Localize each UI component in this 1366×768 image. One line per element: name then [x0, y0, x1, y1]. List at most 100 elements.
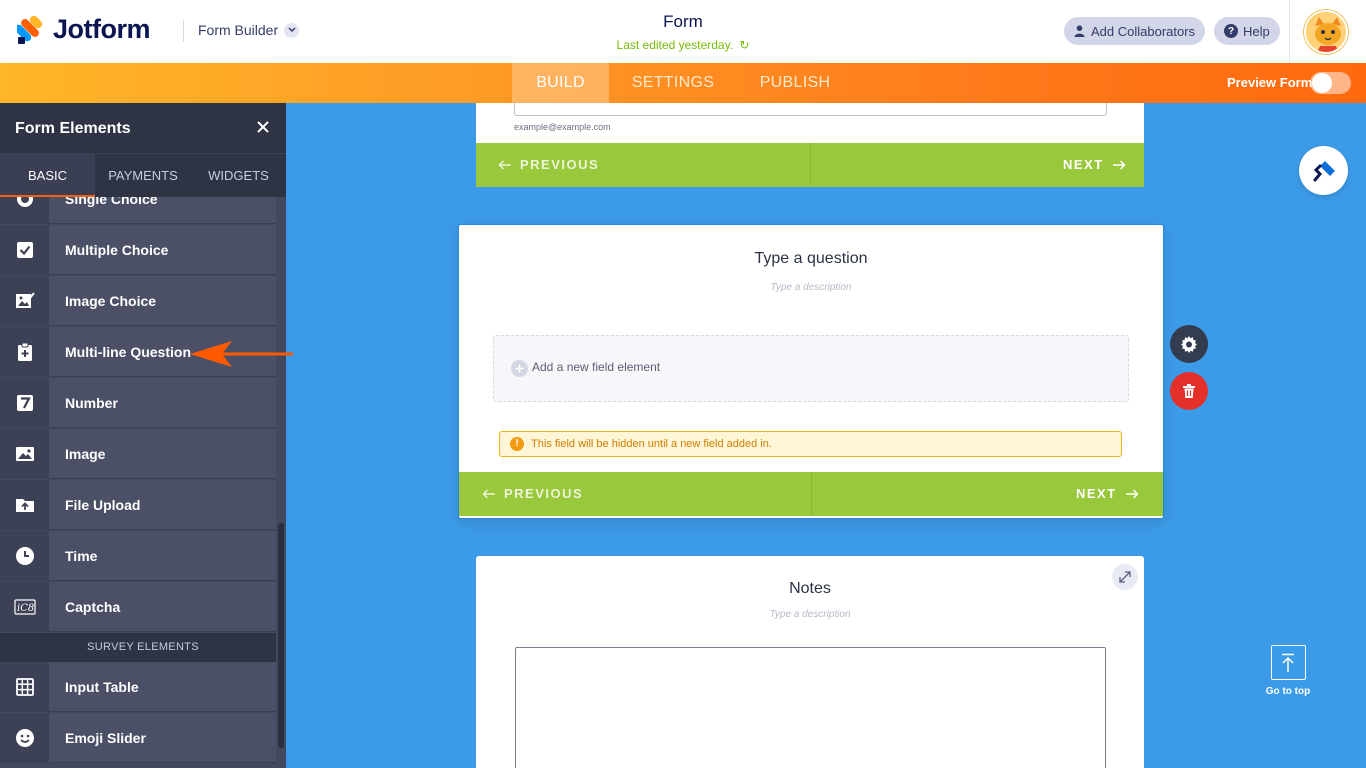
element-list: Single Choice Multiple Choice Image Choi…	[0, 197, 276, 768]
element-file-upload[interactable]: File Upload	[0, 480, 276, 530]
emoji-icon	[0, 713, 49, 763]
question-title[interactable]: Type a question	[459, 250, 1163, 268]
add-collaborators-button[interactable]: Add Collaborators	[1064, 17, 1206, 45]
email-question-card: example@example.com PREVIOUS NEXT	[476, 103, 1144, 187]
preview-form-toggle[interactable]	[1310, 72, 1351, 94]
element-time[interactable]: Time	[0, 531, 276, 581]
panel-scrollbar[interactable]	[278, 523, 284, 748]
go-to-top-box	[1270, 645, 1306, 680]
table-icon	[0, 662, 49, 712]
form-elements-panel: Form Elements BASIC PAYMENTS WIDGETS Sin…	[0, 103, 286, 768]
arrow-right-icon	[1112, 160, 1126, 170]
go-to-top-label: Go to top	[1265, 686, 1311, 697]
help-label: Help	[1243, 23, 1270, 39]
tab-basic[interactable]: BASIC	[0, 154, 95, 198]
form-title[interactable]: Form	[583, 12, 783, 32]
add-field-label: Add a new field element	[532, 360, 661, 374]
delete-field-button[interactable]	[1170, 372, 1208, 410]
next-button[interactable]: NEXT	[1076, 472, 1139, 516]
warning-icon: !	[510, 437, 524, 451]
arrow-right-icon	[1125, 489, 1139, 499]
help-button[interactable]: ? Help	[1214, 17, 1280, 45]
tab-widgets[interactable]: WIDGETS	[191, 154, 286, 198]
form-builder-label: Form Builder	[198, 22, 279, 38]
pager-divider	[810, 143, 811, 187]
builder-nav: BUILD SETTINGS PUBLISH Preview Form	[0, 63, 1366, 103]
question-title[interactable]: Notes	[476, 580, 1144, 598]
element-captcha[interactable]: iC8 Captcha	[0, 582, 276, 632]
last-edited-status: Last edited yesterday. ↻	[583, 38, 783, 52]
expand-icon	[1119, 571, 1131, 583]
element-label: Image Choice	[65, 293, 157, 309]
next-button[interactable]: NEXT	[1063, 143, 1126, 187]
close-icon[interactable]	[255, 119, 271, 135]
header-divider-right	[1289, 0, 1290, 63]
question-description[interactable]: Type a description	[459, 282, 1163, 293]
notes-question-card[interactable]: Notes Type a description	[476, 556, 1144, 768]
element-label: Number	[65, 395, 118, 411]
panel-header: Form Elements	[0, 103, 286, 153]
email-input[interactable]	[514, 103, 1107, 116]
panel-tabs: BASIC PAYMENTS WIDGETS	[0, 153, 286, 198]
avatar-cat-icon	[1306, 12, 1346, 52]
element-label: Multi-line Question	[65, 344, 191, 360]
arrow-pointer-icon	[190, 341, 293, 367]
chevron-down-icon	[284, 22, 300, 38]
number-seven-icon	[0, 378, 49, 428]
email-sublabel: example@example.com	[514, 122, 611, 132]
element-image-choice[interactable]: Image Choice	[0, 276, 276, 326]
element-label: File Upload	[65, 497, 141, 513]
top-header: Jotform Form Builder Form Last edited ye…	[0, 0, 1366, 63]
add-field-dropzone[interactable]: Add a new field element	[493, 335, 1129, 402]
survey-elements-heading: SURVEY ELEMENTS	[0, 633, 276, 662]
file-upload-icon	[0, 480, 49, 530]
captcha-icon: iC8	[0, 582, 49, 632]
element-multiple-choice[interactable]: Multiple Choice	[0, 225, 276, 275]
page-navigation: PREVIOUS NEXT	[459, 472, 1163, 516]
question-icon: ?	[1224, 24, 1238, 38]
field-settings-button[interactable]	[1170, 325, 1208, 363]
question-description[interactable]: Type a description	[476, 609, 1144, 620]
element-label: Single Choice	[65, 197, 158, 207]
previous-label: PREVIOUS	[504, 486, 584, 501]
notes-textarea[interactable]	[515, 647, 1106, 768]
element-single-choice[interactable]: Single Choice	[0, 197, 276, 224]
previous-button[interactable]: PREVIOUS	[498, 143, 599, 187]
plus-icon	[511, 360, 528, 377]
go-to-top-button[interactable]: Go to top	[1260, 645, 1316, 697]
element-label: Multiple Choice	[65, 242, 169, 258]
jotform-logo[interactable]: Jotform	[17, 14, 151, 45]
element-label: Image	[65, 446, 106, 462]
last-edited-text: Last edited yesterday.	[616, 38, 734, 52]
gear-icon	[1181, 336, 1197, 353]
previous-button[interactable]: PREVIOUS	[482, 472, 583, 516]
tab-payments[interactable]: PAYMENTS	[95, 154, 191, 198]
previous-label: PREVIOUS	[520, 157, 600, 172]
element-input-table[interactable]: Input Table	[0, 662, 276, 712]
multi-line-question-card[interactable]: Type a question Type a description Add a…	[458, 224, 1164, 519]
element-label: Time	[65, 548, 98, 564]
element-number[interactable]: Number	[0, 378, 276, 428]
element-image[interactable]: Image	[0, 429, 276, 479]
page-navigation: PREVIOUS NEXT	[476, 143, 1144, 187]
add-collaborators-label: Add Collaborators	[1091, 23, 1196, 39]
form-designer-button[interactable]	[1299, 146, 1348, 195]
hidden-field-warning: ! This field will be hidden until a new …	[499, 431, 1122, 457]
user-icon	[1074, 25, 1085, 37]
clipboard-plus-icon	[0, 327, 49, 377]
tab-settings[interactable]: SETTINGS	[620, 63, 726, 103]
tab-build[interactable]: BUILD	[512, 63, 609, 103]
tab-publish[interactable]: PUBLISH	[745, 63, 845, 103]
panel-title: Form Elements	[15, 120, 131, 137]
radio-icon	[0, 197, 49, 224]
avatar[interactable]	[1304, 10, 1348, 54]
jotform-logo-icon	[17, 15, 43, 44]
arrow-up-icon	[1282, 653, 1294, 672]
image-choice-icon	[0, 276, 49, 326]
expand-button[interactable]	[1112, 564, 1138, 590]
element-emoji-slider[interactable]: Emoji Slider	[0, 713, 276, 763]
element-label: Input Table	[65, 679, 139, 695]
checkbox-icon	[0, 225, 49, 275]
preview-form-label: Preview Form	[1227, 75, 1313, 90]
form-builder-dropdown[interactable]: Form Builder	[198, 22, 300, 38]
